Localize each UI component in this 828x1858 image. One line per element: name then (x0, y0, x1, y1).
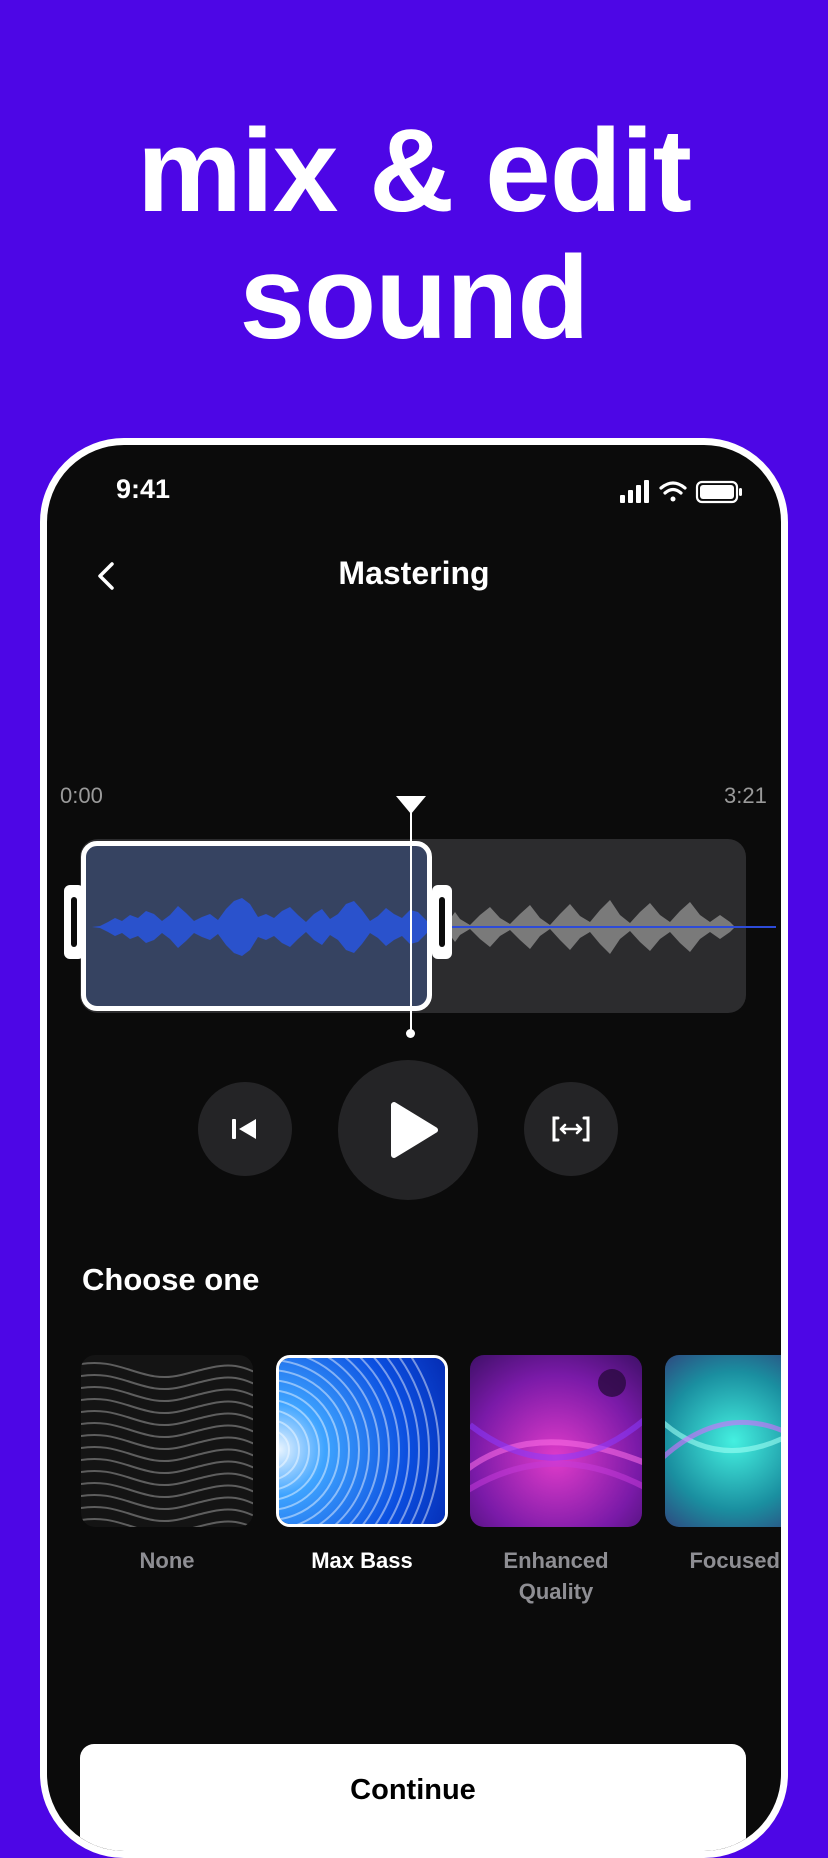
promo-headline: mix & edit sound (0, 108, 828, 362)
selection-window[interactable] (81, 841, 432, 1011)
skip-back-button[interactable] (198, 1082, 292, 1176)
option-focused-vocals-thumbnail (665, 1355, 781, 1527)
option-focused-vocals-label: Focused Vo (689, 1548, 781, 1573)
magenta-swirl-image (470, 1355, 642, 1527)
option-max-bass-label: Max Bass (311, 1548, 413, 1573)
playhead-line (410, 806, 412, 1032)
option-enhanced-quality-label: Enhanced Quality (503, 1548, 609, 1604)
option-focused-vocals[interactable]: Focused Vo (665, 1355, 781, 1576)
phone-frame: 9:41 Mastering 0:00 3:21 Choose one None… (40, 438, 788, 1858)
fit-width-button[interactable] (524, 1082, 618, 1176)
play-icon (391, 1102, 438, 1158)
playhead-marker[interactable] (396, 796, 426, 814)
option-max-bass[interactable]: Max Bass (276, 1355, 448, 1576)
option-enhanced-quality[interactable]: Enhanced Quality (470, 1355, 642, 1607)
headline-line-1: mix & edit (137, 105, 692, 237)
continue-button-label: Continue (350, 1774, 476, 1806)
section-title: Choose one (82, 1262, 260, 1297)
trim-handle-left[interactable] (64, 885, 84, 959)
fit-width-icon (552, 1116, 590, 1142)
option-enhanced-quality-thumbnail (470, 1355, 642, 1527)
headline-line-2: sound (239, 232, 590, 364)
trim-handle-right[interactable] (432, 885, 452, 959)
play-button[interactable] (338, 1060, 478, 1200)
option-none[interactable]: None (81, 1355, 253, 1576)
contour-lines-image (81, 1355, 253, 1527)
bass-rings-image (279, 1358, 445, 1524)
teal-glow-image (665, 1355, 781, 1527)
option-none-label: None (139, 1548, 195, 1573)
option-none-thumbnail (81, 1355, 253, 1527)
skip-back-icon (232, 1119, 256, 1139)
continue-button[interactable]: Continue (80, 1744, 746, 1851)
option-max-bass-thumbnail (276, 1355, 448, 1527)
playhead-dot (406, 1029, 415, 1038)
